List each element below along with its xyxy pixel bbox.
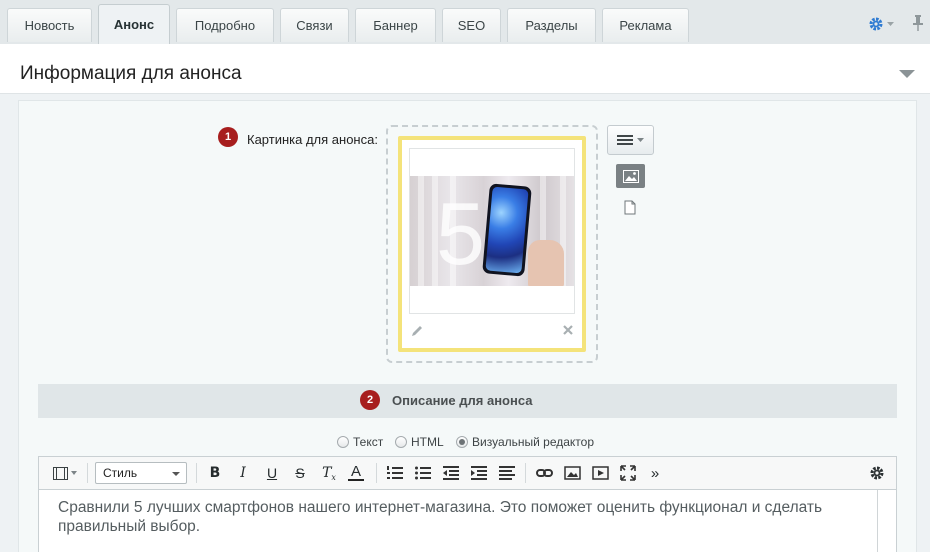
tab-banner[interactable]: Баннер <box>355 8 436 42</box>
picture-label: Картинка для анонса: <box>247 132 378 147</box>
outdent-icon[interactable] <box>443 464 459 482</box>
text-color-icon[interactable]: A <box>348 463 364 481</box>
settings-icon[interactable] <box>869 464 885 482</box>
chevron-down-icon <box>637 137 644 142</box>
image-mode-button[interactable] <box>616 164 645 188</box>
chevron-down-icon <box>71 471 77 475</box>
radio-html[interactable] <box>395 436 407 448</box>
bullet-list-icon[interactable] <box>415 464 431 482</box>
pencil-icon[interactable] <box>410 324 424 338</box>
step-badge-2: 2 <box>360 390 380 410</box>
underline-icon[interactable]: U <box>265 464 279 482</box>
description-title: Описание для анонса <box>392 393 533 408</box>
toolbar-view-button[interactable] <box>50 464 80 482</box>
ordered-list-icon[interactable] <box>387 464 403 482</box>
insert-video-icon[interactable] <box>592 464 609 482</box>
style-select-value: Стиль <box>103 466 138 480</box>
tab-seo[interactable]: SEO <box>442 8 501 42</box>
image-menu-button[interactable] <box>607 125 654 155</box>
link-icon[interactable] <box>536 464 553 482</box>
indent-icon[interactable] <box>471 464 487 482</box>
section-header: Информация для анонса <box>0 44 930 94</box>
align-icon[interactable] <box>499 464 515 482</box>
italic-icon[interactable]: I <box>236 464 250 482</box>
section-title: Информация для анонса <box>20 63 242 84</box>
pin-icon[interactable] <box>911 14 925 32</box>
mode-visual-option[interactable]: Визуальный редактор <box>456 435 594 449</box>
strikethrough-icon[interactable]: S <box>293 464 307 482</box>
tab-links[interactable]: Связи <box>280 8 349 42</box>
gear-icon <box>869 17 883 31</box>
tab-settings-button[interactable] <box>868 14 900 34</box>
mode-text-label: Текст <box>353 435 384 449</box>
announce-image[interactable]: 5 <box>410 176 574 286</box>
tab-sections[interactable]: Разделы <box>507 8 596 42</box>
phone-illustration <box>482 183 532 277</box>
tab-bar: Новость Анонс Подробно Связи Баннер SEO … <box>0 0 930 44</box>
more-icon[interactable]: » <box>648 464 662 482</box>
menu-icon <box>617 135 633 145</box>
image-icon <box>622 169 639 183</box>
fullscreen-icon[interactable] <box>620 464 636 482</box>
style-select[interactable]: Стиль <box>95 462 187 484</box>
mode-text-option[interactable]: Текст <box>337 435 383 449</box>
radio-text[interactable] <box>337 436 349 448</box>
tab-news[interactable]: Новость <box>7 8 92 42</box>
image-number: 5 <box>436 184 485 283</box>
film-icon <box>53 466 68 480</box>
bold-icon[interactable]: B <box>208 464 222 482</box>
tab-details[interactable]: Подробно <box>176 8 274 42</box>
tab-announce[interactable]: Анонс <box>98 4 170 44</box>
mode-html-label: HTML <box>411 435 444 449</box>
editor-text[interactable]: Сравнили 5 лучших смартфонов нашего инте… <box>58 498 868 536</box>
step-badge-1: 1 <box>218 127 238 147</box>
mode-visual-label: Визуальный редактор <box>472 435 595 449</box>
chevron-down-icon <box>887 21 894 26</box>
collapse-arrow-icon[interactable] <box>899 70 915 78</box>
close-icon[interactable] <box>562 324 574 336</box>
insert-image-icon[interactable] <box>564 464 581 482</box>
file-icon[interactable] <box>624 200 636 215</box>
tab-ads[interactable]: Реклама <box>602 8 689 42</box>
chevron-down-icon <box>172 472 180 476</box>
mode-html-option[interactable]: HTML <box>395 435 444 449</box>
clear-format-icon[interactable]: Tx <box>321 464 337 482</box>
radio-visual[interactable] <box>456 436 468 448</box>
